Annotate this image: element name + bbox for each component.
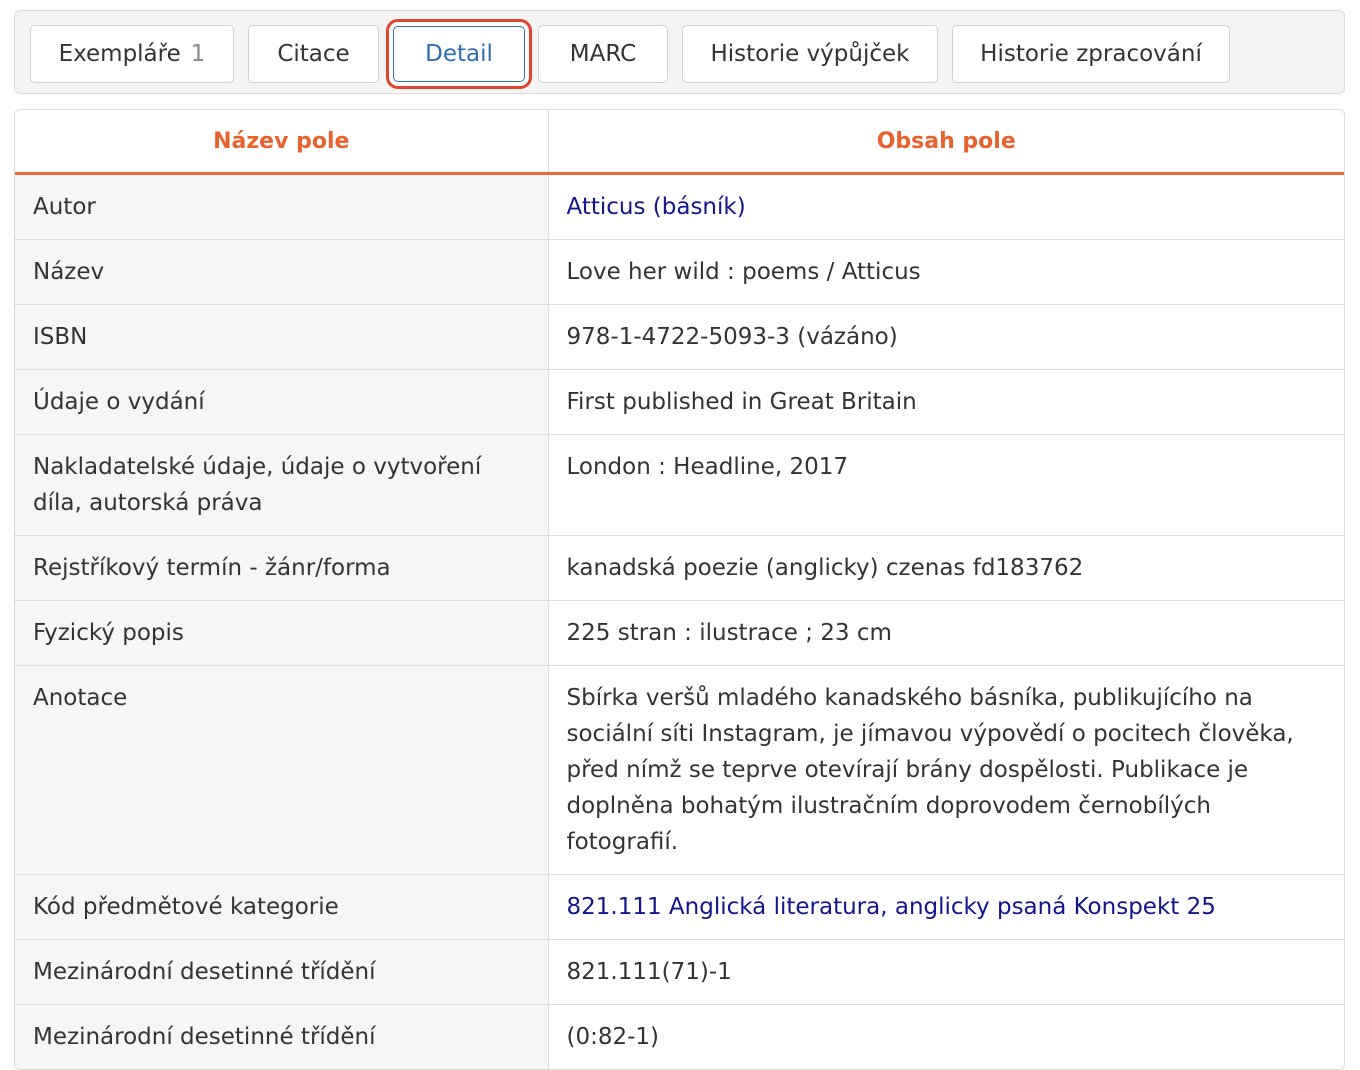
- field-name: Kód předmětové kategorie: [15, 874, 549, 940]
- field-value: 821.111(71)-1: [548, 939, 1344, 1005]
- detail-table: Název pole Obsah pole Autor Atticus (bás…: [14, 109, 1345, 1070]
- table-row: Anotace Sbírka veršů mladého kanadského …: [15, 665, 1344, 875]
- tab-detail-label: Detail: [425, 41, 493, 67]
- tab-marc-label: MARC: [569, 41, 637, 67]
- table-row: Kód předmětové kategorie 821.111 Anglick…: [15, 874, 1344, 940]
- tab-citace-label: Citace: [277, 41, 350, 67]
- tab-historie-zpracovani[interactable]: Historie zpracování: [952, 25, 1230, 83]
- field-value: Love her wild : poems / Atticus: [548, 239, 1344, 305]
- field-name: Anotace: [15, 665, 549, 875]
- table-row: Autor Atticus (básník): [15, 173, 1344, 240]
- field-name: Údaje o vydání: [15, 369, 549, 435]
- field-value: 821.111 Anglická literatura, anglicky ps…: [548, 874, 1344, 940]
- table-row: Fyzický popis 225 stran : ilustrace ; 23…: [15, 600, 1344, 666]
- tab-marc[interactable]: MARC: [538, 25, 668, 83]
- tab-detail[interactable]: Detail: [393, 26, 525, 82]
- tab-historie-zpracovani-label: Historie zpracování: [980, 41, 1202, 67]
- tab-historie-vypujcek[interactable]: Historie výpůjček: [682, 25, 938, 83]
- tab-historie-vypujcek-label: Historie výpůjček: [710, 41, 910, 67]
- field-value: London : Headline, 2017: [548, 434, 1344, 536]
- field-value: Atticus (básník): [548, 173, 1344, 240]
- table-row: Údaje o vydání First published in Great …: [15, 369, 1344, 435]
- table-row: ISBN 978-1-4722-5093-3 (vázáno): [15, 304, 1344, 370]
- column-header-name: Název pole: [15, 110, 549, 175]
- table-row: Mezinárodní desetinné třídění (0:82-1): [15, 1004, 1344, 1069]
- field-name: Název: [15, 239, 549, 305]
- subject-category-link[interactable]: 821.111 Anglická literatura, anglicky ps…: [567, 894, 1216, 920]
- tab-exemplare-count: 1: [190, 41, 206, 67]
- field-value: (0:82-1): [548, 1004, 1344, 1069]
- field-name: Mezinárodní desetinné třídění: [15, 1004, 549, 1069]
- field-name: ISBN: [15, 304, 549, 370]
- field-value: 978-1-4722-5093-3 (vázáno): [548, 304, 1344, 370]
- table-row: Mezinárodní desetinné třídění 821.111(71…: [15, 939, 1344, 1005]
- field-name: Mezinárodní desetinné třídění: [15, 939, 549, 1005]
- table-row: Název Love her wild : poems / Atticus: [15, 239, 1344, 305]
- table-header-row: Název pole Obsah pole: [15, 110, 1344, 175]
- field-value: Sbírka veršů mladého kanadského básníka,…: [548, 665, 1344, 875]
- column-header-value: Obsah pole: [548, 110, 1344, 175]
- table-row: Rejstříkový termín - žánr/forma kanadská…: [15, 535, 1344, 601]
- field-name: Fyzický popis: [15, 600, 549, 666]
- field-value: kanadská poezie (anglicky) czenas fd1837…: [548, 535, 1344, 601]
- tab-citace[interactable]: Citace: [248, 25, 379, 83]
- table-row: Nakladatelské údaje, údaje o vytvoření d…: [15, 434, 1344, 536]
- author-link[interactable]: Atticus (básník): [567, 194, 746, 220]
- tab-exemplare[interactable]: Exempláře 1: [30, 25, 234, 83]
- field-name: Autor: [15, 173, 549, 240]
- tab-bar: Exempláře 1 Citace Detail MARC Historie …: [14, 10, 1345, 94]
- tab-exemplare-label: Exempláře: [58, 41, 181, 67]
- field-name: Nakladatelské údaje, údaje o vytvoření d…: [15, 434, 549, 536]
- field-value: 225 stran : ilustrace ; 23 cm: [548, 600, 1344, 666]
- field-value: First published in Great Britain: [548, 369, 1344, 435]
- field-name: Rejstříkový termín - žánr/forma: [15, 535, 549, 601]
